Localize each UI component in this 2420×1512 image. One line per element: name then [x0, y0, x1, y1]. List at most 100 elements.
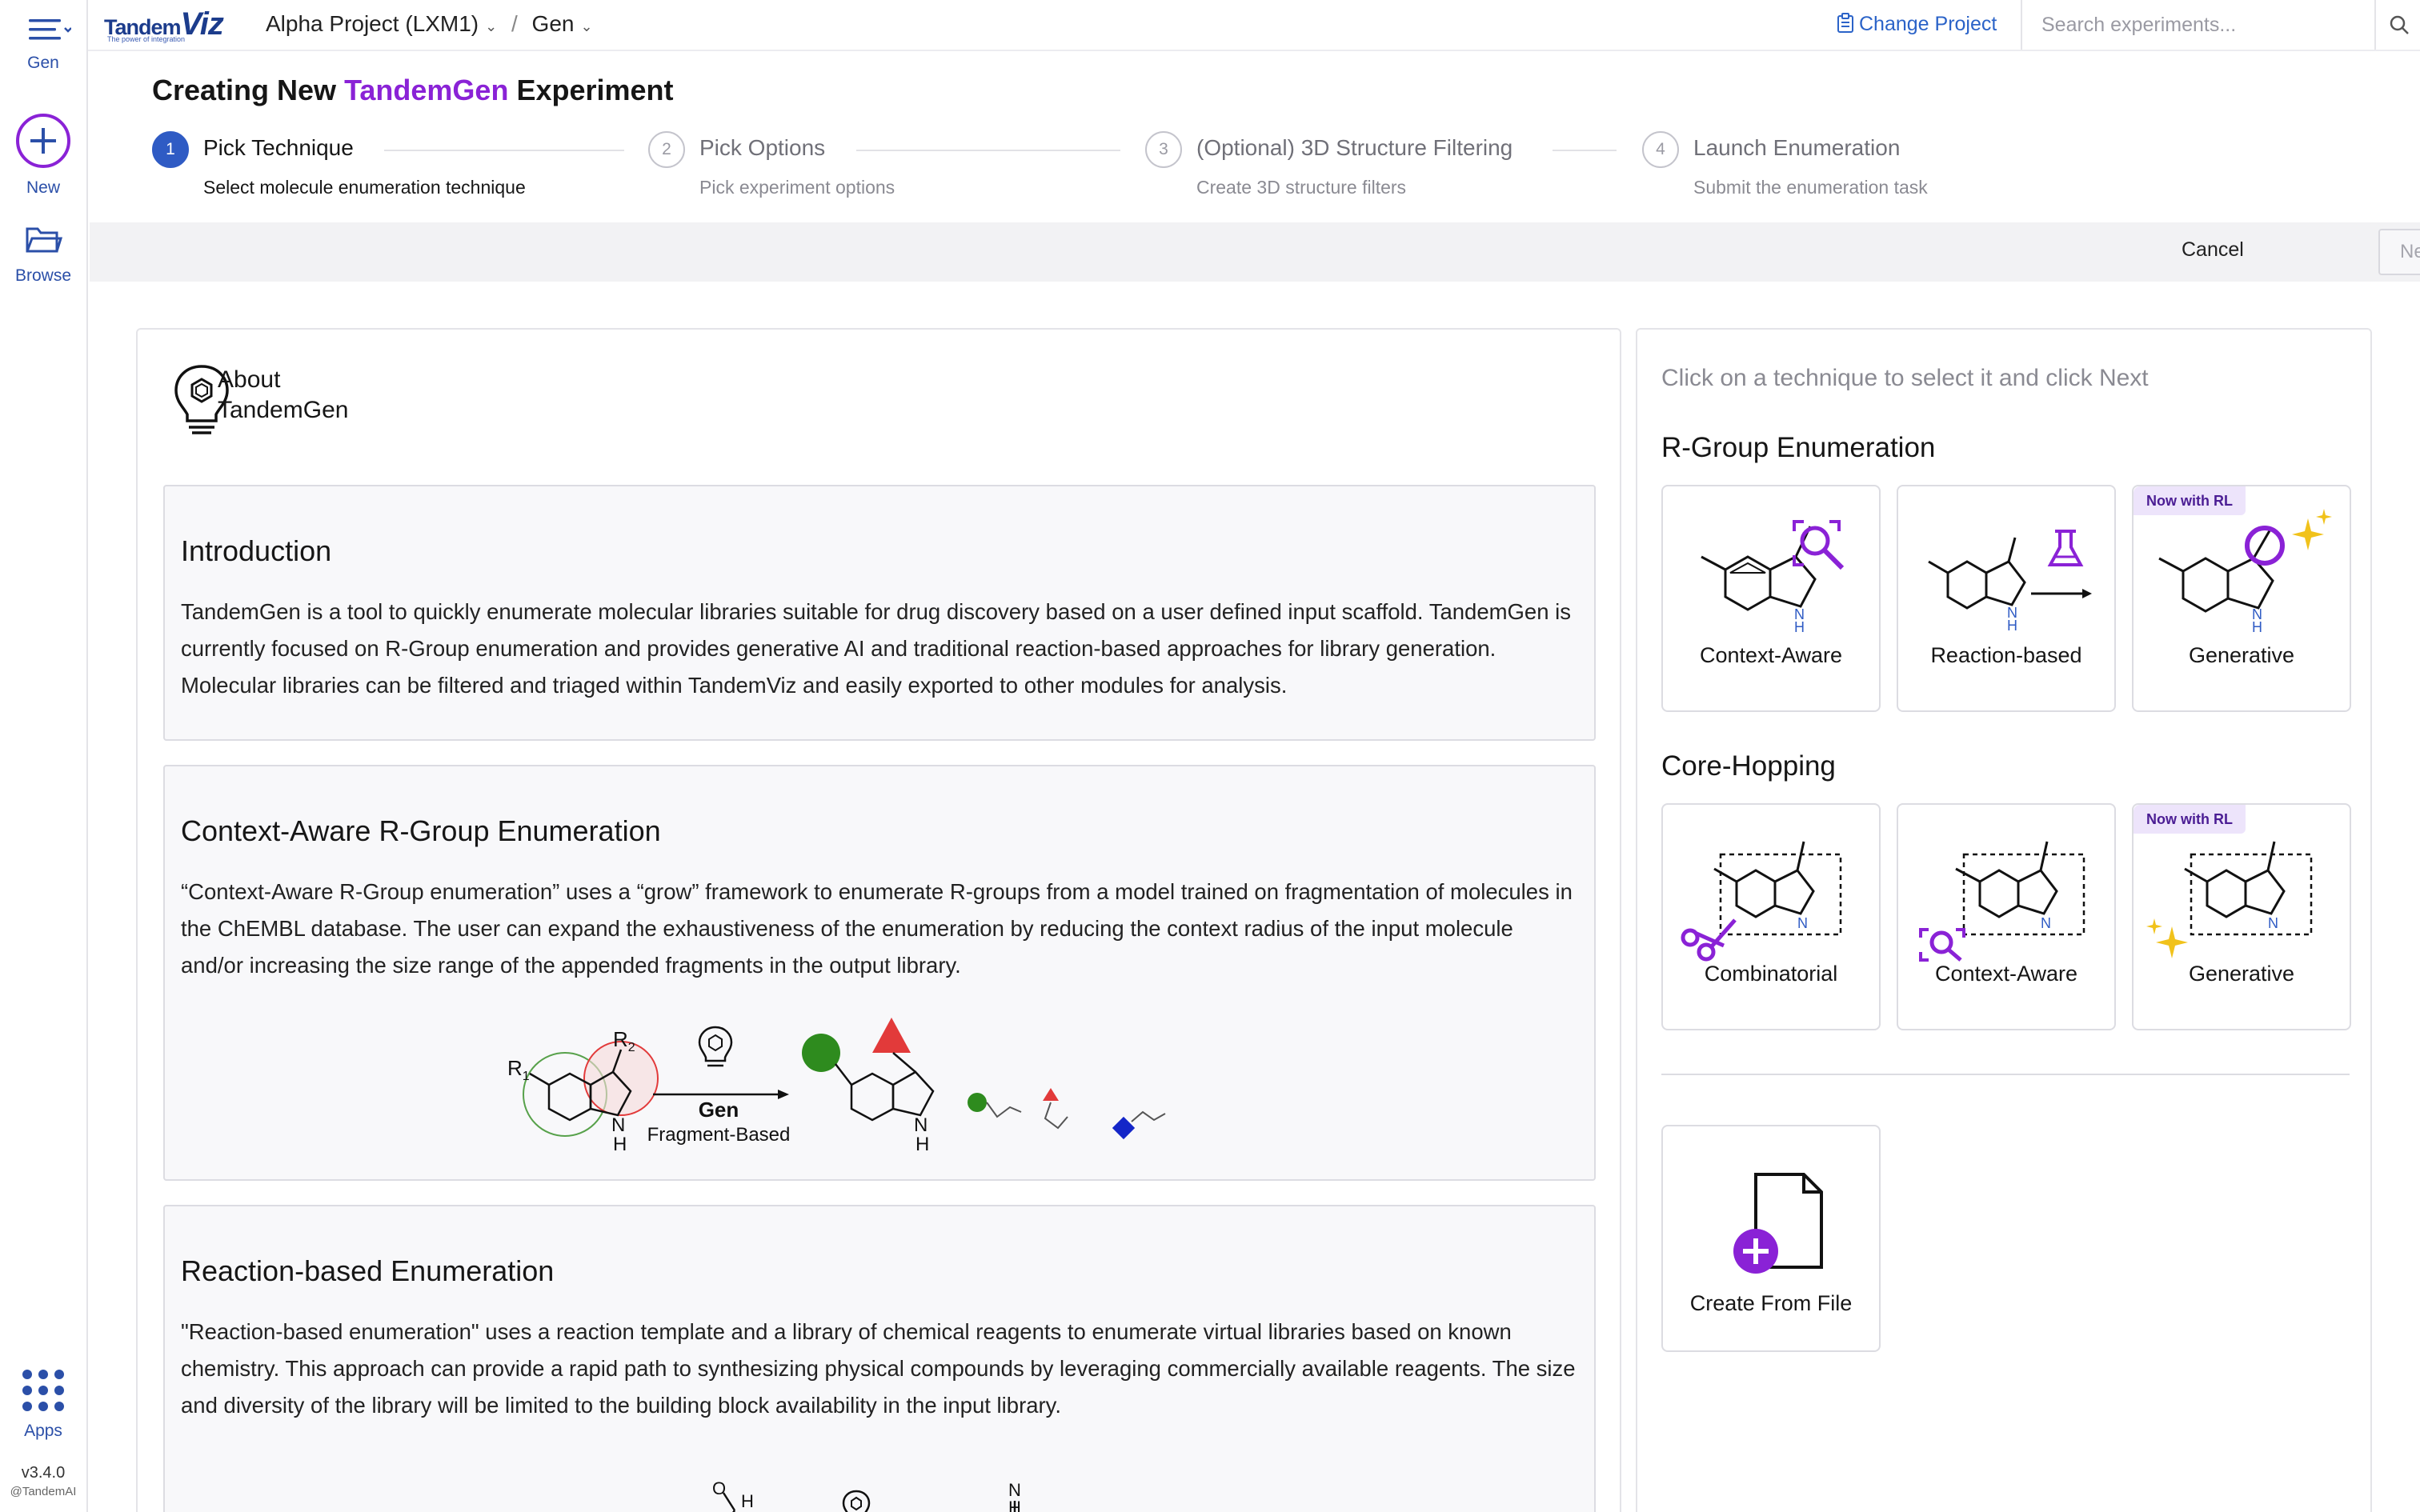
r2-subscript: 2 — [628, 1041, 635, 1054]
version-text: v3.4.0 — [21, 1464, 66, 1482]
divider — [1661, 1074, 2350, 1075]
plus-circle-icon — [16, 114, 70, 168]
technique-hint: Click on a technique to select it and cl… — [1661, 365, 2149, 391]
r-group-enumeration-title: R-Group Enumeration — [1661, 432, 1936, 463]
core-hopping-title: Core-Hopping — [1661, 750, 1836, 782]
amine-h-label: H — [1008, 1498, 1021, 1512]
arrow-label-gen: Gen — [699, 1098, 739, 1122]
core-combinatorial-icon: N — [1681, 841, 1842, 962]
apps-button[interactable]: Apps — [0, 1368, 86, 1441]
chevron-down-icon: ⌄ — [485, 18, 498, 34]
step-connector — [1553, 150, 1617, 151]
tile-label: Combinatorial — [1704, 962, 1838, 986]
clipboard-icon — [1837, 13, 1853, 33]
sparkle-icon — [2292, 509, 2332, 550]
aldehyde-h-label: H — [741, 1491, 754, 1511]
new-experiment-button[interactable]: New — [0, 112, 86, 198]
r1-label: R — [507, 1056, 523, 1080]
technique-tile-rgroup-reaction-based[interactable]: N H Reaction-based — [1897, 485, 2116, 712]
tandemviz-logo[interactable]: TandemViz The power of integration — [104, 6, 240, 45]
svg-text:R2: R2 — [613, 1027, 635, 1054]
technique-tile-core-generative[interactable]: Now with RL N Generative — [2132, 803, 2351, 1030]
indole-generative-icon: N H — [2158, 509, 2332, 635]
search-input[interactable] — [2022, 0, 2374, 50]
section-title: Reaction-based Enumeration — [181, 1254, 555, 1287]
about-title: About TandemGen — [218, 366, 349, 423]
product-h-label: H — [916, 1134, 929, 1155]
magnifier-focus-icon — [1793, 520, 1845, 570]
tile-label: Create From File — [1689, 1291, 1853, 1315]
search-button[interactable] — [2374, 0, 2420, 50]
search-box — [2021, 0, 2420, 50]
apps-grid-icon — [22, 1370, 64, 1411]
module-selector[interactable]: Gen ⌄ — [532, 11, 593, 36]
step-connector — [856, 150, 1120, 151]
svg-text:H: H — [2007, 618, 2017, 634]
tile-label: Generative — [2188, 962, 2295, 986]
search-icon — [2390, 15, 2409, 34]
apps-label: Apps — [24, 1422, 62, 1440]
fragment-based-scheme-figure: R1 R2 N H Gen Fragment-Based N H — [507, 1018, 1166, 1155]
flask-icon — [2047, 530, 2084, 566]
step-number: 2 — [648, 131, 685, 168]
step-number: 4 — [1642, 131, 1679, 168]
svg-text:R1: R1 — [507, 1056, 530, 1083]
top-bar: TandemViz The power of integration Alpha… — [88, 0, 2420, 51]
module-menu-button[interactable]: Gen — [0, 14, 86, 73]
context-circle-red — [583, 1041, 659, 1116]
lightbulb-icon — [698, 1026, 733, 1067]
svg-text:N: N — [2041, 915, 2051, 931]
section-title: Context-Aware R-Group Enumeration — [181, 814, 661, 847]
step-title: (Optional) 3D Structure Filtering — [1196, 135, 1513, 160]
red-fragment-triangle — [872, 1018, 911, 1053]
section-body: "Reaction-based enumeration" uses a reac… — [181, 1319, 1576, 1418]
aldehyde-o-label: O — [712, 1478, 726, 1498]
technique-tile-core-context-aware[interactable]: N Context-Aware — [1897, 803, 2116, 1030]
new-label: New — [26, 178, 60, 197]
nh-label: N — [611, 1114, 625, 1136]
core-generative-icon: N — [2146, 841, 2313, 958]
arrow-label-fragment-based: Fragment-Based — [647, 1124, 791, 1146]
next-button[interactable]: Next → — [2378, 229, 2420, 275]
page-title: Creating New TandemGen Experiment — [152, 74, 674, 106]
svg-text:N: N — [2268, 915, 2278, 931]
indole-reaction-icon: N H — [1928, 530, 2092, 634]
copyright-text: @TandemAI — [10, 1485, 77, 1498]
step-subtitle: Pick experiment options — [699, 177, 895, 198]
step-subtitle: Select molecule enumeration technique — [203, 177, 526, 198]
tile-label: Context-Aware — [1699, 643, 1843, 667]
action-bar: Cancel Next → — [90, 222, 2420, 282]
svg-text:H: H — [1794, 619, 1805, 635]
technique-tile-rgroup-generative[interactable]: Now with RL N H Generative — [2132, 485, 2351, 712]
lightbulb-icon — [842, 1490, 871, 1512]
tile-label: Context-Aware — [1934, 962, 2078, 986]
change-project-button[interactable]: Change Project — [1837, 13, 1997, 36]
scissors-icon — [1681, 918, 1737, 962]
magnifier-focus-icon — [1919, 928, 1965, 962]
cancel-button[interactable]: Cancel — [2182, 238, 2244, 262]
r1-subscript: 1 — [523, 1070, 530, 1083]
browse-button[interactable]: Browse — [0, 222, 86, 286]
section-body: “Context-Aware R-Group enumeration” uses… — [181, 879, 1573, 978]
project-selector[interactable]: Alpha Project (LXM1) ⌄ — [266, 11, 497, 36]
file-add-icon — [1733, 1173, 1823, 1274]
chevron-down-icon: ⌄ — [580, 18, 593, 34]
step-number: 1 — [152, 131, 189, 168]
step-title: Launch Enumeration — [1693, 135, 1901, 160]
folder-icon — [26, 227, 63, 253]
core-context-aware-icon: N — [1919, 841, 2085, 962]
fragment-green-dot — [968, 1093, 987, 1112]
step-number: 3 — [1145, 131, 1182, 168]
reaction-scheme-figure: O H N H — [712, 1478, 1021, 1512]
create-from-file-tile[interactable]: Create From File — [1661, 1125, 1881, 1352]
technique-tile-rgroup-context-aware[interactable]: N H Context-Aware — [1661, 485, 1881, 712]
r2-label: R — [613, 1027, 628, 1051]
hamburger-menu-icon — [29, 19, 72, 40]
breadcrumb: Alpha Project (LXM1) ⌄ / Gen ⌄ — [266, 11, 593, 37]
introduction-section: Introduction TandemGen is a tool to quic… — [163, 485, 1596, 741]
browse-label: Browse — [14, 266, 72, 285]
technique-tile-core-combinatorial[interactable]: N Combinatorial — [1661, 803, 1881, 1030]
breadcrumb-separator: / — [511, 11, 518, 36]
about-panel: About TandemGen Introduction TandemGen i… — [136, 328, 1621, 1512]
section-title: Introduction — [181, 534, 332, 567]
